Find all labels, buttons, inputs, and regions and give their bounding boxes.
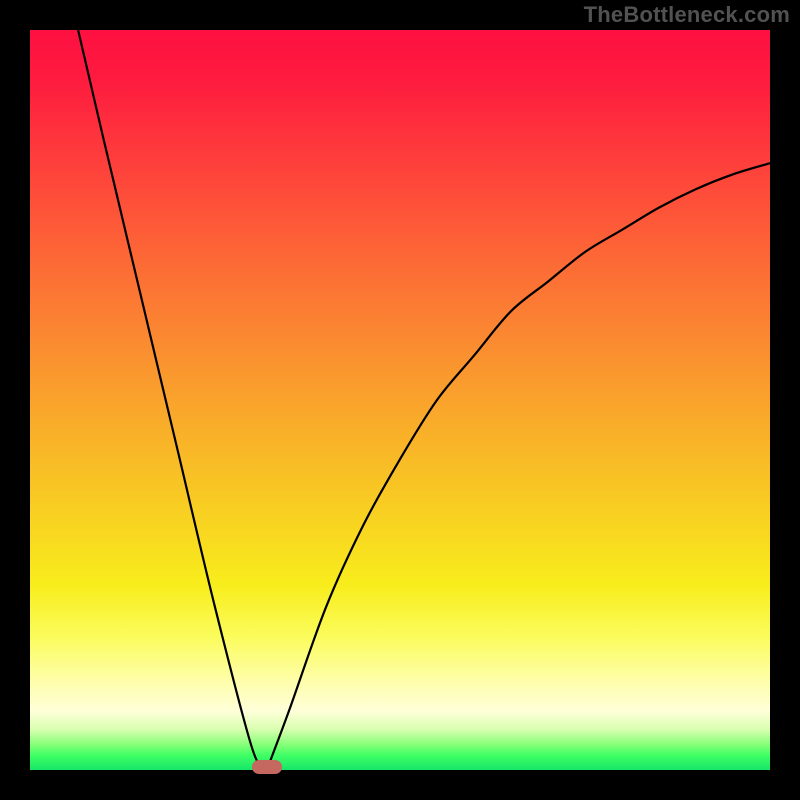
- curve-right-branch: [267, 163, 770, 770]
- minimum-marker: [252, 760, 282, 774]
- plot-area: [30, 30, 770, 770]
- watermark-text: TheBottleneck.com: [584, 2, 790, 28]
- curve-left-branch: [78, 30, 267, 770]
- curve-svg: [30, 30, 770, 770]
- chart-frame: TheBottleneck.com: [0, 0, 800, 800]
